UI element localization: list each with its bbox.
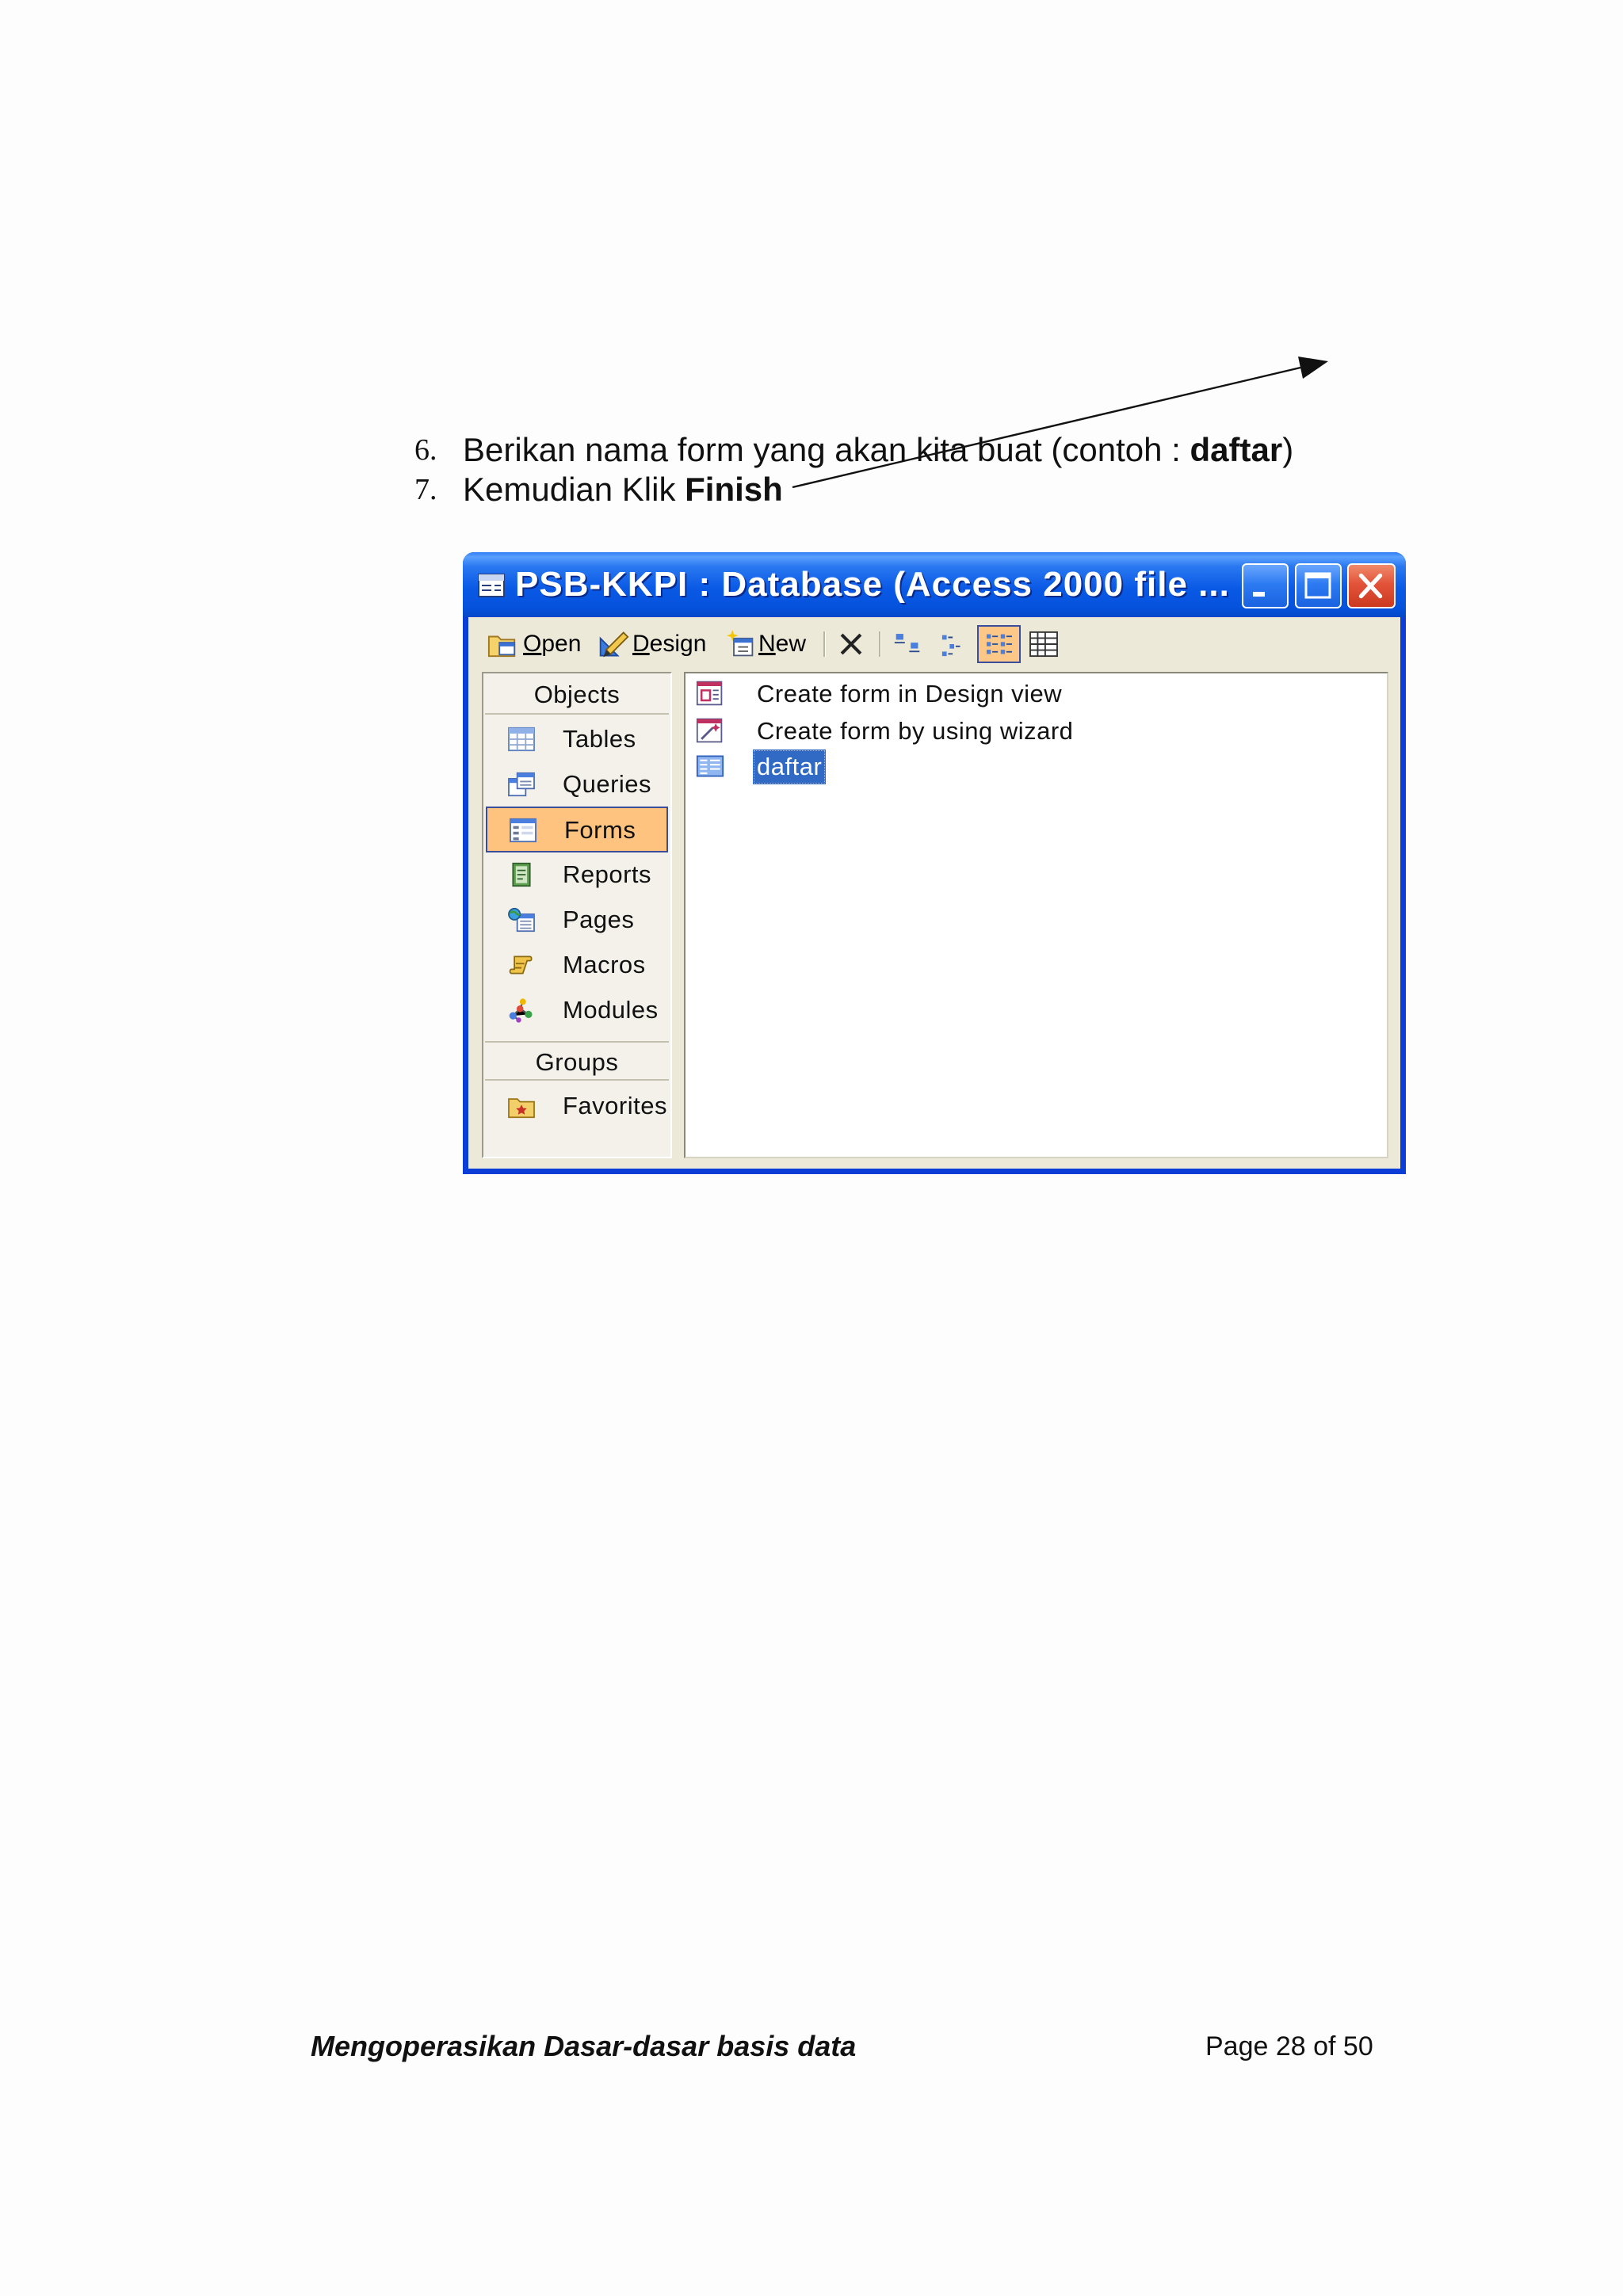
step-keyword: Finish	[685, 471, 783, 508]
list-view-button[interactable]	[977, 625, 1021, 663]
sidebar-item-label: Favorites	[563, 1092, 667, 1119]
sidebar-item-reports[interactable]: Reports	[486, 852, 668, 898]
list-item[interactable]: Create form in Design view	[685, 677, 1383, 711]
sidebar-item-label: Queries	[563, 770, 652, 798]
objects-bar: Objects Tables Queries Forms Reports Pag…	[482, 672, 672, 1158]
step-7: 7. Kemudian Klik Finish	[414, 470, 783, 509]
sidebar-item-label: Macros	[563, 951, 646, 978]
database-window-icon[interactable]	[477, 571, 506, 600]
sidebar-item-label: Pages	[563, 906, 635, 933]
object-list: Create form in Design view Create form b…	[684, 672, 1388, 1158]
form-icon	[509, 818, 537, 843]
step-instruction: Kemudian Klik	[463, 471, 685, 508]
sidebar-item-macros[interactable]: Macros	[486, 943, 668, 988]
annotation-arrow	[792, 357, 1328, 489]
sidebar-item-tables[interactable]: Tables	[486, 717, 668, 762]
step-suffix: )	[1282, 431, 1294, 468]
macro-icon	[507, 952, 536, 978]
database-window: PSB-KKPI : Database (Access 2000 file ..…	[463, 552, 1406, 1174]
query-icon	[507, 772, 536, 797]
groups-header[interactable]: Groups	[485, 1041, 669, 1081]
sidebar-item-queries[interactable]: Queries	[486, 762, 668, 807]
page-number: Page 28 of 50	[1205, 2031, 1373, 2061]
delete-icon[interactable]	[838, 631, 865, 658]
sidebar-item-modules[interactable]: Modules	[486, 988, 668, 1033]
sidebar-item-label: Modules	[563, 996, 659, 1024]
list-item-label: Create form by using wizard	[757, 717, 1074, 745]
sidebar-item-label: Forms	[564, 816, 636, 844]
list-item[interactable]: Create form by using wizard	[685, 714, 1383, 749]
list-item-label: Create form in Design view	[757, 680, 1063, 707]
design-view-shortcut-icon	[696, 680, 724, 707]
wizard-shortcut-icon	[696, 717, 724, 744]
footer-title: Mengoperasikan Dasar-dasar basis data	[311, 2030, 857, 2062]
step-text: Berikan nama form yang akan kita buat (c…	[463, 430, 1293, 470]
title-bar[interactable]: PSB-KKPI : Database (Access 2000 file ..…	[463, 552, 1406, 617]
step-6: 6. Berikan nama form yang akan kita buat…	[414, 430, 1293, 470]
design-button[interactable]: Design	[632, 629, 706, 659]
form-object-icon	[696, 753, 724, 780]
list-item-daftar[interactable]: daftar	[685, 749, 1383, 784]
design-icon[interactable]	[598, 629, 629, 659]
list-view-icon	[987, 634, 1012, 654]
toolbar-separator	[879, 631, 881, 657]
details-view-icon[interactable]	[1027, 631, 1060, 658]
toolbar-separator	[823, 631, 826, 657]
close-icon	[1358, 573, 1383, 599]
page-icon	[507, 907, 536, 933]
module-icon	[507, 997, 536, 1023]
list-item-label: daftar	[753, 749, 827, 784]
objects-header[interactable]: Objects	[485, 675, 669, 715]
open-button[interactable]: Open	[523, 629, 581, 659]
step-keyword: daftar	[1190, 431, 1283, 468]
maximize-icon	[1304, 572, 1331, 599]
sidebar-item-label: Reports	[563, 860, 652, 888]
step-number: 7.	[414, 473, 437, 506]
new-button[interactable]: New	[758, 629, 806, 659]
new-icon[interactable]	[727, 629, 755, 659]
minimize-icon	[1253, 592, 1265, 597]
sidebar-item-label: Tables	[563, 725, 636, 753]
large-icons-view-icon[interactable]	[893, 631, 922, 658]
step-number: 6.	[414, 433, 437, 467]
sidebar-item-forms[interactable]: Forms	[486, 807, 668, 852]
step-text: Kemudian Klik Finish	[463, 470, 783, 509]
window-title: PSB-KKPI : Database (Access 2000 file ..…	[515, 565, 1230, 604]
favorites-folder-icon	[507, 1093, 536, 1119]
sidebar-item-favorites[interactable]: Favorites	[486, 1084, 668, 1129]
maximize-button[interactable]	[1295, 563, 1342, 608]
open-icon[interactable]	[487, 629, 517, 659]
minimize-button[interactable]	[1242, 563, 1289, 608]
report-icon	[507, 862, 536, 887]
table-icon	[507, 727, 536, 752]
close-button[interactable]	[1347, 563, 1396, 608]
sidebar-item-pages[interactable]: Pages	[486, 898, 668, 943]
small-icons-view-icon[interactable]	[939, 631, 969, 658]
step-instruction: Berikan nama form yang akan kita buat (c…	[463, 431, 1190, 468]
